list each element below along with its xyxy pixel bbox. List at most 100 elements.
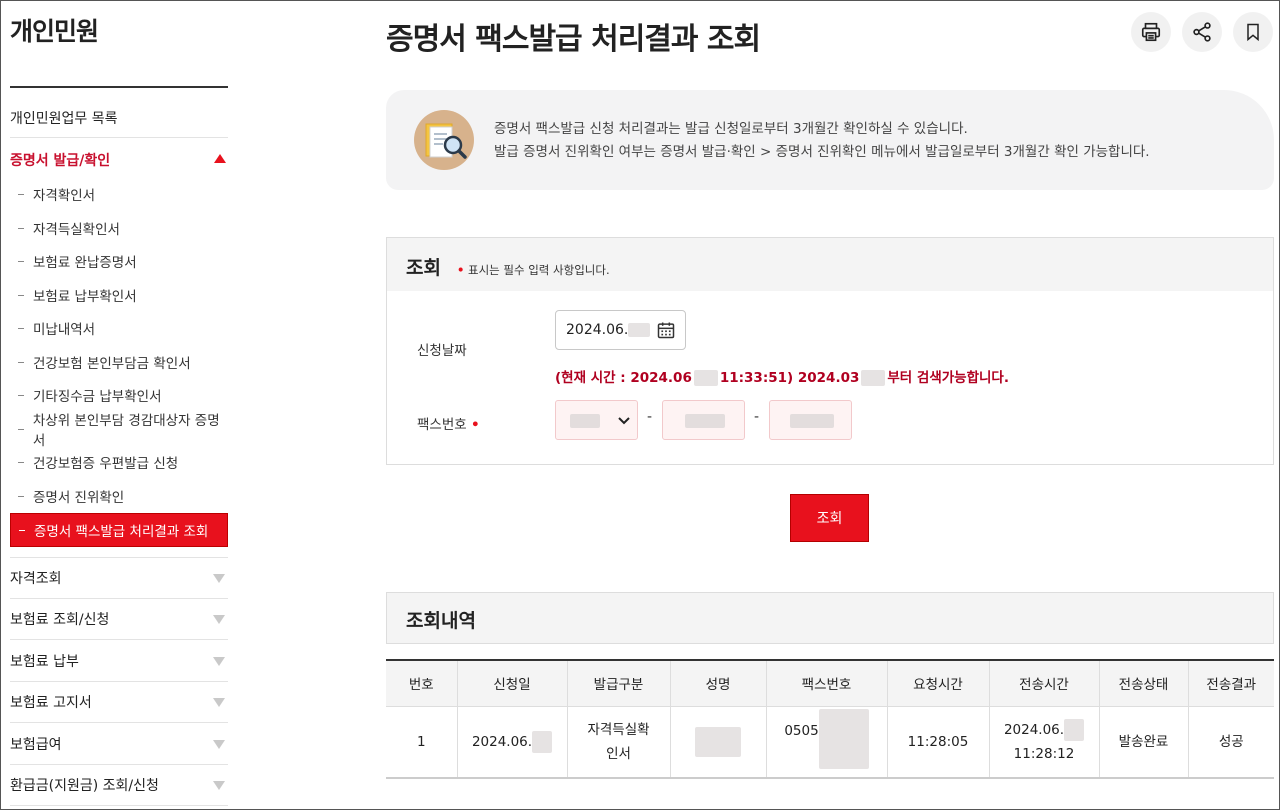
sidebar-category[interactable]: 보험료 고지서 (10, 691, 228, 713)
fax-separator: - (754, 409, 760, 425)
printer-icon (1141, 22, 1161, 42)
chevron-down-icon (618, 417, 630, 425)
redacted-block (695, 726, 741, 757)
divider (10, 805, 228, 806)
sidebar-subitem-label: 차상위 본인부담 경감대상자 증명서 (32, 413, 220, 449)
redacted-block (1064, 718, 1085, 741)
redacted-block (693, 370, 718, 386)
sidebar-category-label: 보험료 조회/신청 (10, 612, 110, 628)
required-note: 표시는 필수 입력 사항입니다. (468, 263, 610, 277)
column-header: 전송시간 (989, 659, 1100, 707)
redacted-block (861, 370, 886, 386)
column-header: 신청일 (457, 659, 568, 707)
sidebar-section-label: 증명서 발급/확인 (10, 153, 111, 169)
sidebar-subitem[interactable]: 기타징수금 납부확인서 (10, 383, 228, 407)
cell-request-time: 11:28:05 (887, 706, 990, 779)
column-header: 번호 (386, 659, 458, 707)
sidebar-subitem-label: 미납내역서 (33, 322, 96, 338)
search-panel-header: 조회 • 표시는 필수 입력 사항입니다. (386, 237, 1274, 292)
divider (10, 639, 228, 640)
column-header: 요청시간 (887, 659, 990, 707)
cell-result: 성공 (1188, 706, 1274, 779)
date-value: 2024.06. (566, 322, 629, 338)
required-dot-icon: • (470, 417, 480, 433)
sidebar-category[interactable]: 환급금(지원금) 조회/신청 (10, 774, 228, 796)
sidebar-category-label: 환급금(지원금) 조회/신청 (10, 778, 159, 794)
results-table: 번호 신청일 발급구분 성명 팩스번호 요청시간 전송시간 전송상태 전송결과 … (386, 659, 1274, 779)
share-icon (1193, 22, 1211, 42)
sidebar: 개인민원 개인민원업무 목록 증명서 발급/확인 자격확인서 자격득실확인서 보… (10, 0, 228, 810)
sidebar-subitem-label: 건강보험 본인부담금 확인서 (33, 356, 191, 372)
share-button[interactable] (1182, 12, 1222, 52)
results-heading: 조회내역 (406, 610, 476, 632)
search-range-notice: (현재 시간 : 2024.06 11:33:51) 2024.03 부터 검색가능… (555, 370, 1009, 386)
sidebar-list-link[interactable]: 개인민원업무 목록 (10, 108, 118, 128)
column-header: 발급구분 (567, 659, 671, 707)
cell-fax: 0505 (766, 706, 888, 779)
column-header: 전송결과 (1188, 659, 1274, 707)
info-line: 증명서 팩스발급 신청 처리결과는 발급 신청일로부터 3개월간 확인하실 수 … (494, 121, 968, 137)
sidebar-section-certificate[interactable]: 증명서 발급/확인 (10, 150, 228, 170)
sidebar-subitem[interactable]: 보험료 납부확인서 (10, 283, 228, 307)
fax-separator: - (647, 409, 653, 425)
sidebar-subitem[interactable]: 건강보험 본인부담금 확인서 (10, 350, 228, 374)
divider (10, 598, 228, 599)
search-button[interactable]: 조회 (790, 494, 869, 542)
redacted-block (685, 414, 725, 428)
redacted-block (570, 414, 600, 428)
print-button[interactable] (1131, 12, 1171, 52)
sidebar-category-label: 보험료 납부 (10, 654, 79, 670)
sidebar-subitem[interactable]: 자격확인서 (10, 182, 228, 206)
expand-arrow-icon (213, 574, 225, 583)
sidebar-subitem-label: 자격확인서 (33, 188, 96, 204)
sidebar-subitem[interactable]: 차상위 본인부담 경감대상자 증명서 (10, 413, 228, 449)
sidebar-subitem[interactable]: 자격득실확인서 (10, 216, 228, 240)
column-header: 전송상태 (1099, 659, 1189, 707)
required-dot-icon: • (457, 263, 465, 277)
sidebar-category[interactable]: 자격조회 (10, 567, 228, 589)
sidebar-title: 개인민원 (10, 17, 99, 46)
table-header-row: 번호 신청일 발급구분 성명 팩스번호 요청시간 전송시간 전송상태 전송결과 (386, 659, 1274, 707)
sidebar-subitem[interactable]: 증명서 진위확인 (10, 484, 228, 508)
redacted-block (628, 323, 651, 337)
sidebar-category-label: 보험급여 (10, 737, 62, 753)
sidebar-subitem[interactable]: 보험료 완납증명서 (10, 249, 228, 273)
cell-name (670, 706, 767, 779)
bookmark-button[interactable] (1233, 12, 1273, 52)
expand-arrow-icon (213, 657, 225, 666)
date-label: 신청날짜 (417, 343, 467, 359)
cell-date: 2024.06. (457, 706, 568, 779)
sidebar-subitem-label: 증명서 진위확인 (33, 490, 125, 506)
collapse-arrow-icon (214, 154, 226, 163)
expand-arrow-icon (213, 740, 225, 749)
search-panel-body: 신청날짜 2024.06. (현재 시간 : 2024.06 11:33:51) … (386, 291, 1274, 465)
calendar-icon[interactable] (656, 320, 676, 340)
divider (10, 137, 228, 138)
divider (10, 557, 228, 558)
redacted-block (790, 414, 834, 428)
cell-no: 1 (386, 706, 458, 779)
divider (10, 722, 228, 723)
fax-last-input[interactable] (769, 400, 852, 440)
search-heading: 조회 (406, 257, 441, 279)
info-line: 발급 증명서 진위확인 여부는 증명서 발급·확인 > 증명서 진위확인 메뉴에… (494, 144, 1150, 160)
sidebar-category[interactable]: 보험료 조회/신청 (10, 608, 228, 630)
column-header: 성명 (670, 659, 767, 707)
sidebar-category-label: 자격조회 (10, 571, 62, 587)
sidebar-subitem[interactable]: 건강보험증 우편발급 신청 (10, 450, 228, 474)
sidebar-subitem-label: 기타징수금 납부확인서 (33, 389, 162, 405)
date-input[interactable]: 2024.06. (555, 310, 686, 350)
fax-label: 팩스번호 • (417, 417, 480, 433)
column-header: 팩스번호 (766, 659, 888, 707)
fax-prefix-select[interactable] (555, 400, 638, 440)
sidebar-category[interactable]: 보험급여 (10, 733, 228, 755)
sidebar-category[interactable]: 보험료 납부 (10, 650, 228, 672)
fax-middle-input[interactable] (662, 400, 745, 440)
info-box: 증명서 팩스발급 신청 처리결과는 발급 신청일로부터 3개월간 확인하실 수 … (386, 90, 1274, 190)
sidebar-subitem-label: 증명서 팩스발급 처리결과 조회 (34, 524, 209, 540)
sidebar-subitem[interactable]: 미납내역서 (10, 316, 228, 340)
sidebar-subitem-label: 건강보험증 우편발급 신청 (33, 456, 179, 472)
sidebar-subitem-label: 자격득실확인서 (33, 222, 120, 238)
sidebar-subitem-active[interactable]: 증명서 팩스발급 처리결과 조회 (10, 513, 228, 547)
divider (10, 681, 228, 682)
